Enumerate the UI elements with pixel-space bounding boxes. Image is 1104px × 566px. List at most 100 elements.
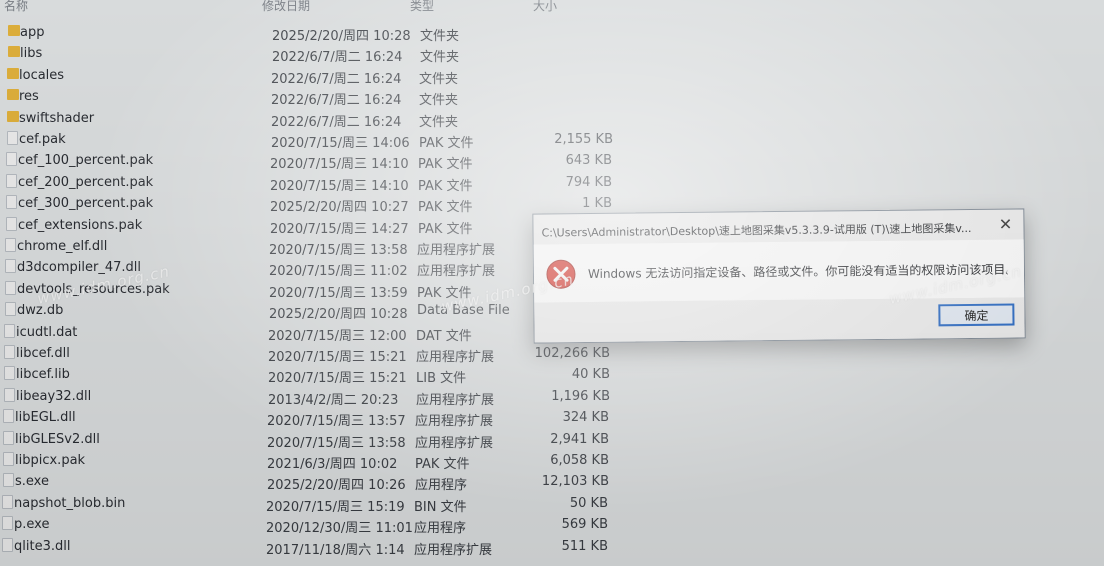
file-size: 1 KB <box>582 196 612 212</box>
file-date: 2020/12/30/周三 11:01 <box>266 521 413 537</box>
folder-row[interactable]: app 2025/2/20/周四 10:28 文件夹 <box>8 22 650 44</box>
file-name: libs <box>20 46 43 62</box>
file-date: 2020/7/15/周三 14:27 <box>270 221 409 237</box>
file-row[interactable]: cef_300_percent.pak 2025/2/20/周四 10:27 PAK… <box>6 193 648 216</box>
file-icon <box>6 152 17 167</box>
file-name: cef.pak <box>19 132 66 147</box>
dialog-title: C:\Users\Administrator\Desktop\速上地图采集v5.… <box>541 221 972 240</box>
file-date: 2020/7/15/周三 15:21 <box>268 350 407 365</box>
file-type: 应用程序 <box>415 478 468 494</box>
file-date: 2020/7/15/周三 14:10 <box>270 178 409 194</box>
file-name: cef_200_percent.pak <box>18 174 154 190</box>
file-name: app <box>20 25 45 40</box>
file-name: libeay32.dll <box>16 388 92 404</box>
file-row[interactable]: libcef.dll 2020/7/15/周三 15:21 应用程序扩展 102,26… <box>4 343 646 365</box>
file-type: 文件夹 <box>419 114 459 130</box>
file-row[interactable]: cef.pak 2020/7/15/周三 14:06 PAK 文件 2,155 KB <box>7 129 649 151</box>
file-name: p.exe <box>14 517 50 533</box>
folder-row[interactable]: swiftshader 2022/6/7/周二 16:24 文件夹 <box>7 108 649 130</box>
file-icon <box>4 323 15 338</box>
file-size: 794 KB <box>565 174 612 190</box>
column-header-size[interactable]: 大小 <box>533 0 557 14</box>
file-date: 2025/2/20/周四 10:28 <box>272 29 411 44</box>
file-name: swiftshader <box>19 110 95 126</box>
file-icon <box>5 238 16 252</box>
file-type: LIB 文件 <box>416 371 467 387</box>
file-type: 应用程序扩展 <box>415 435 494 451</box>
file-row[interactable]: cef_100_percent.pak 2020/7/15/周三 14:10 PAK… <box>6 150 648 173</box>
file-row[interactable]: qlite3.dll 2017/11/18/周六 1:14 应用程序扩展 511 KB <box>2 536 644 558</box>
folder-row[interactable]: locales 2022/6/7/周二 16:24 文件夹 <box>7 65 649 87</box>
file-type: PAK 文件 <box>418 178 473 194</box>
file-icon <box>5 280 16 295</box>
file-type: 文件夹 <box>419 71 459 87</box>
folder-icon <box>7 67 19 79</box>
file-type: 应用程序扩展 <box>414 542 493 558</box>
file-name: cef_extensions.pak <box>18 217 143 233</box>
file-type: PAK 文件 <box>418 221 473 237</box>
file-name: res <box>19 89 39 105</box>
file-date: 2020/7/15/周三 15:19 <box>266 499 405 515</box>
file-date: 2025/2/20/周四 10:26 <box>267 478 406 494</box>
file-row[interactable]: libcef.lib 2020/7/15/周三 15:21 LIB 文件 40 KB <box>4 364 646 387</box>
file-icon <box>4 345 15 359</box>
file-row[interactable]: libGLESv2.dll 2020/7/15/周三 13:58 应用程序扩展 2,9… <box>3 429 645 451</box>
file-type: 文件夹 <box>419 93 459 109</box>
file-size: 6,058 KB <box>550 453 609 468</box>
file-date: 2022/6/7/周二 16:24 <box>272 50 403 66</box>
file-name: locales <box>19 67 65 83</box>
file-date: 2022/6/7/周二 16:24 <box>271 93 402 109</box>
file-row[interactable]: libEGL.dll 2020/7/15/周三 13:57 应用程序扩展 324 KB <box>3 407 645 430</box>
close-icon[interactable]: ✕ <box>997 215 1013 234</box>
dialog-footer: 确定 <box>534 297 1025 343</box>
file-date: 2013/4/2/周二 20:23 <box>268 392 399 408</box>
file-icon <box>6 216 17 231</box>
file-name: libGLESv2.dll <box>15 431 100 447</box>
file-type: 应用程序 <box>414 521 467 537</box>
file-row[interactable]: libeay32.dll 2013/4/2/周二 20:23 应用程序扩展 1,196… <box>4 386 646 408</box>
file-name: cef_100_percent.pak <box>18 153 154 169</box>
file-icon <box>6 173 17 188</box>
folder-row[interactable]: res 2022/6/7/周二 16:24 文件夹 <box>7 86 649 109</box>
file-type: PAK 文件 <box>418 200 473 216</box>
file-icon <box>3 409 14 424</box>
file-size: 102,266 KB <box>534 346 610 361</box>
file-date: 2020/7/15/周三 13:59 <box>269 285 408 301</box>
file-date: 2020/7/15/周三 14:10 <box>270 157 409 173</box>
file-size: 511 KB <box>561 538 608 554</box>
file-row[interactable]: napshot_blob.bin 2020/7/15/周三 15:19 BIN 文件… <box>2 493 644 515</box>
file-icon <box>3 452 14 466</box>
folder-icon <box>7 110 19 122</box>
file-row[interactable]: p.exe 2020/12/30/周三 11:01 应用程序 569 KB <box>2 514 644 537</box>
column-header-row: 名称 修改日期 类型 大小 <box>0 0 1104 14</box>
file-row[interactable]: libpicx.pak 2021/6/3/周四 10:02 PAK 文件 6,058 … <box>3 450 645 472</box>
file-name: napshot_blob.bin <box>14 495 126 511</box>
file-date: 2020/7/15/周三 12:00 <box>268 328 407 344</box>
file-date: 2022/6/7/周二 16:24 <box>271 71 402 87</box>
file-type: 应用程序扩展 <box>417 264 496 280</box>
file-size: 2,155 KB <box>554 132 613 147</box>
column-header-type[interactable]: 类型 <box>410 0 434 14</box>
file-type: 应用程序扩展 <box>416 392 495 408</box>
file-size: 324 KB <box>562 410 609 426</box>
file-date: 2020/7/15/周三 14:06 <box>271 136 410 151</box>
file-name: libpicx.pak <box>15 453 86 468</box>
folder-icon <box>7 89 19 101</box>
file-date: 2020/7/15/周三 13:58 <box>269 243 408 258</box>
file-row[interactable]: cef_200_percent.pak 2020/7/15/周三 14:10 PAK… <box>6 172 648 194</box>
file-date: 2025/2/20/周四 10:28 <box>269 307 408 323</box>
column-header-date[interactable]: 修改日期 <box>262 0 310 14</box>
folder-row[interactable]: libs 2022/6/7/周二 16:24 文件夹 <box>8 43 650 66</box>
ok-button[interactable]: 确定 <box>938 303 1015 327</box>
file-row[interactable]: s.exe 2025/2/20/周四 10:26 应用程序 12,103 KB <box>3 471 645 494</box>
file-type: 应用程序扩展 <box>416 350 495 365</box>
file-type: PAK 文件 <box>419 136 474 151</box>
file-date: 2020/7/15/周三 15:21 <box>268 371 407 387</box>
column-header-name[interactable]: 名称 <box>4 0 28 14</box>
file-icon <box>5 259 16 274</box>
file-type: 文件夹 <box>420 50 460 66</box>
file-size: 1,196 KB <box>551 388 610 404</box>
file-size: 569 KB <box>561 517 608 533</box>
file-icon <box>2 516 13 531</box>
file-date: 2020/7/15/周三 13:57 <box>267 414 406 430</box>
